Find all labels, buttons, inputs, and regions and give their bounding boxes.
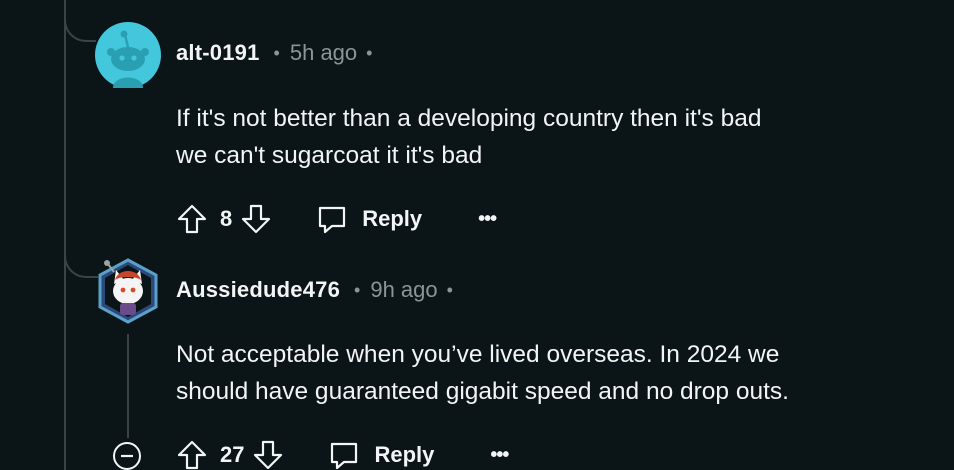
avatar[interactable] xyxy=(98,258,158,324)
avatar[interactable] xyxy=(95,22,161,88)
comment-bubble-icon xyxy=(319,206,346,234)
timestamp[interactable]: 9h ago xyxy=(370,277,437,303)
thread-connector xyxy=(64,0,96,42)
reply-button[interactable]: Reply xyxy=(316,203,422,235)
separator-dot: • xyxy=(366,42,373,63)
comment-line: we can't sugarcoat it it's bad xyxy=(176,142,483,169)
separator-dot: • xyxy=(446,279,453,300)
thread-line[interactable] xyxy=(127,334,129,438)
comment-line: If it's not better than a developing cou… xyxy=(176,105,762,132)
username[interactable]: Aussiedude476 xyxy=(176,277,340,303)
reply-label: Reply xyxy=(374,442,435,467)
thread-connector xyxy=(64,240,98,278)
username[interactable]: alt-0191 xyxy=(176,40,260,66)
comment-bubble-icon xyxy=(331,442,358,470)
comment-actions: 8 Reply ••• xyxy=(176,199,497,239)
separator-dot: • xyxy=(273,42,280,63)
vote-count: 27 xyxy=(220,442,245,467)
comment-body: Not acceptable when you’ve lived oversea… xyxy=(176,336,789,410)
collapse-thread-icon[interactable] xyxy=(111,440,143,470)
comment-line: should have guaranteed gigabit speed and… xyxy=(176,378,789,405)
comment-actions: 27 Reply ••• xyxy=(176,435,509,470)
downvote-icon[interactable] xyxy=(252,439,284,470)
more-options-button[interactable]: ••• xyxy=(490,444,509,467)
comment-thread: alt-0191 • 5h ago • If it's not better t… xyxy=(0,0,954,470)
thread-line[interactable] xyxy=(64,0,66,470)
downvote-icon[interactable] xyxy=(240,203,272,235)
vote-count: 8 xyxy=(220,206,233,231)
reply-button[interactable]: Reply xyxy=(328,439,434,470)
upvote-icon[interactable] xyxy=(176,203,208,235)
timestamp[interactable]: 5h ago xyxy=(290,40,357,66)
comment-meta: Aussiedude476 • 9h ago • xyxy=(176,277,453,303)
comment-meta: alt-0191 • 5h ago • xyxy=(176,40,372,66)
separator-dot: • xyxy=(354,279,361,300)
comment-body: If it's not better than a developing cou… xyxy=(176,100,761,174)
more-options-button[interactable]: ••• xyxy=(478,208,497,231)
upvote-icon[interactable] xyxy=(176,439,208,470)
comment-line: Not acceptable when you’ve lived oversea… xyxy=(176,341,780,368)
reply-label: Reply xyxy=(362,206,423,231)
